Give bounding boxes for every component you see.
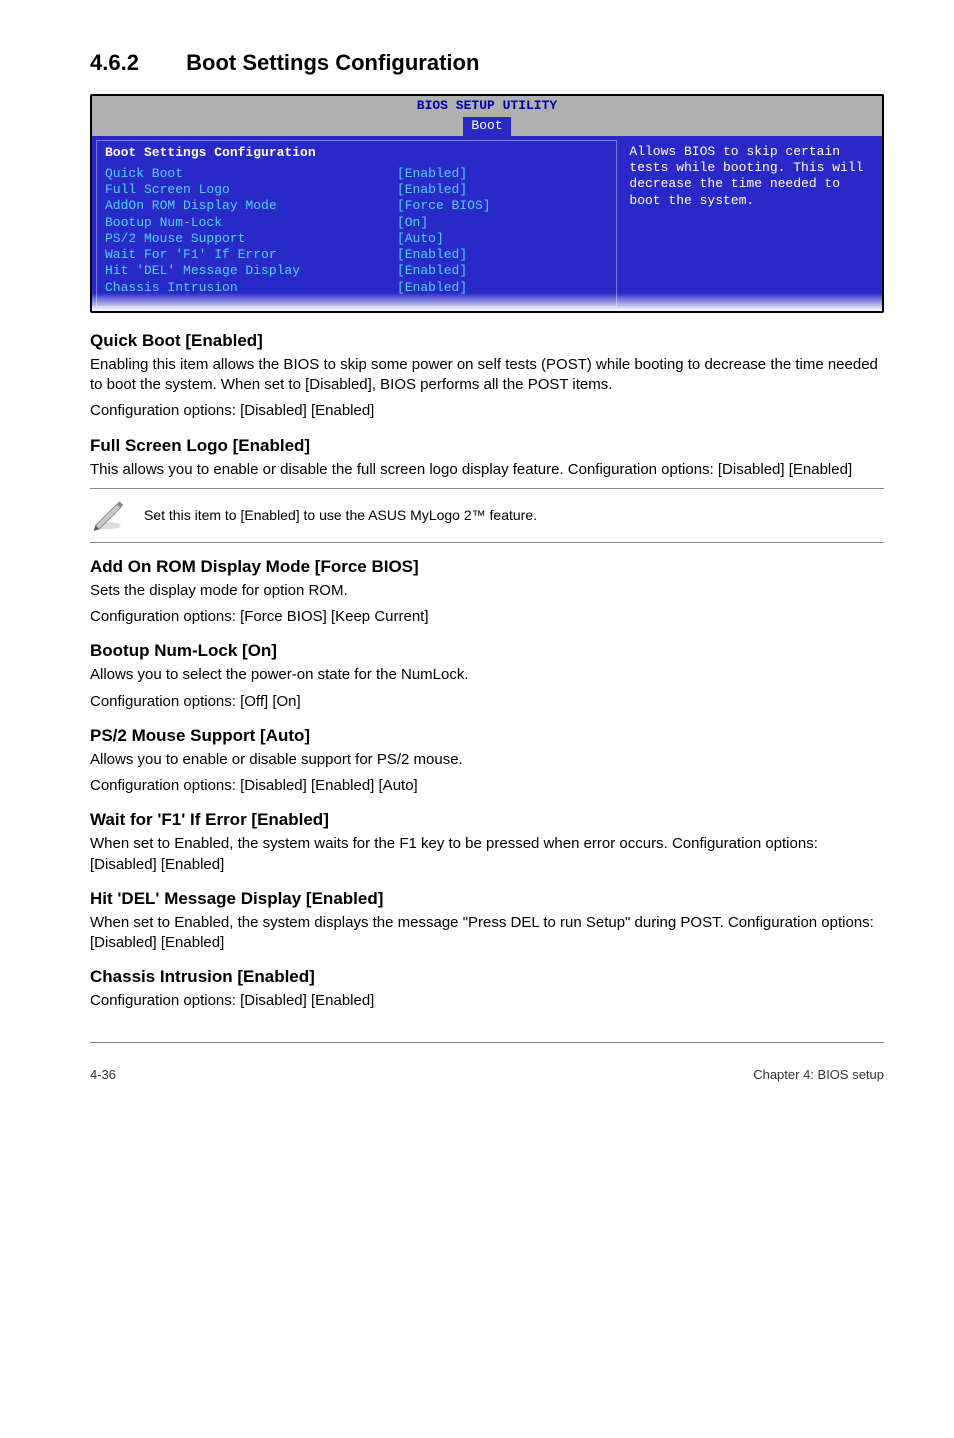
heading-bootup-numlock: Bootup Num-Lock [On] bbox=[90, 641, 884, 661]
heading-wait-f1: Wait for 'F1' If Error [Enabled] bbox=[90, 810, 884, 830]
heading-addon-rom: Add On ROM Display Mode [Force BIOS] bbox=[90, 557, 884, 577]
bios-row: Full Screen Logo[Enabled] bbox=[105, 182, 608, 198]
heading-hit-del: Hit 'DEL' Message Display [Enabled] bbox=[90, 889, 884, 909]
page-number: 4-36 bbox=[90, 1067, 116, 1082]
heading-ps2-mouse: PS/2 Mouse Support [Auto] bbox=[90, 726, 884, 746]
bios-active-tab: Boot bbox=[463, 117, 510, 136]
bios-row: Hit 'DEL' Message Display[Enabled] bbox=[105, 263, 608, 279]
heading-quick-boot: Quick Boot [Enabled] bbox=[90, 331, 884, 351]
body-text: Configuration options: [Off] [On] bbox=[90, 692, 884, 712]
body-text: Configuration options: [Disabled] [Enabl… bbox=[90, 776, 884, 796]
note-pencil-icon bbox=[90, 495, 126, 536]
bios-header: BIOS SETUP UTILITY Boot bbox=[92, 96, 882, 136]
body-text: Configuration options: [Disabled] [Enabl… bbox=[90, 991, 884, 1011]
body-text: When set to Enabled, the system waits fo… bbox=[90, 834, 884, 875]
bios-screenshot: BIOS SETUP UTILITY Boot Boot Settings Co… bbox=[90, 94, 884, 313]
heading-chassis-intrusion: Chassis Intrusion [Enabled] bbox=[90, 967, 884, 987]
body-text: Configuration options: [Force BIOS] [Kee… bbox=[90, 607, 884, 627]
bios-help-panel: Allows BIOS to skip certain tests while … bbox=[621, 140, 878, 307]
body-text: Enabling this item allows the BIOS to sk… bbox=[90, 355, 884, 396]
bios-row: PS/2 Mouse Support[Auto] bbox=[105, 231, 608, 247]
section-number: 4.6.2 bbox=[90, 50, 180, 76]
section-heading: 4.6.2 Boot Settings Configuration bbox=[90, 50, 884, 76]
bios-row: Bootup Num-Lock[On] bbox=[105, 215, 608, 231]
body-text: Allows you to select the power-on state … bbox=[90, 665, 884, 685]
section-title-text: Boot Settings Configuration bbox=[186, 50, 479, 75]
body-text: Configuration options: [Disabled] [Enabl… bbox=[90, 401, 884, 421]
bios-row: Wait For 'F1' If Error[Enabled] bbox=[105, 247, 608, 263]
bios-row: Chassis Intrusion[Enabled] bbox=[105, 280, 608, 296]
page-footer: 4-36 Chapter 4: BIOS setup bbox=[90, 1067, 884, 1082]
heading-full-logo: Full Screen Logo [Enabled] bbox=[90, 436, 884, 456]
body-text: When set to Enabled, the system displays… bbox=[90, 913, 884, 954]
bios-title: BIOS SETUP UTILITY bbox=[92, 98, 882, 115]
body-text: Allows you to enable or disable support … bbox=[90, 750, 884, 770]
body-text: Sets the display mode for option ROM. bbox=[90, 581, 884, 601]
note-text: Set this item to [Enabled] to use the AS… bbox=[144, 507, 537, 523]
bios-settings-panel: Boot Settings Configuration Quick Boot[E… bbox=[96, 140, 617, 307]
bios-row: AddOn ROM Display Mode[Force BIOS] bbox=[105, 198, 608, 214]
note-callout: Set this item to [Enabled] to use the AS… bbox=[90, 488, 884, 543]
bios-panel-title: Boot Settings Configuration bbox=[105, 145, 608, 160]
bios-row: Quick Boot[Enabled] bbox=[105, 166, 608, 182]
chapter-label: Chapter 4: BIOS setup bbox=[753, 1067, 884, 1082]
body-text: This allows you to enable or disable the… bbox=[90, 460, 884, 480]
